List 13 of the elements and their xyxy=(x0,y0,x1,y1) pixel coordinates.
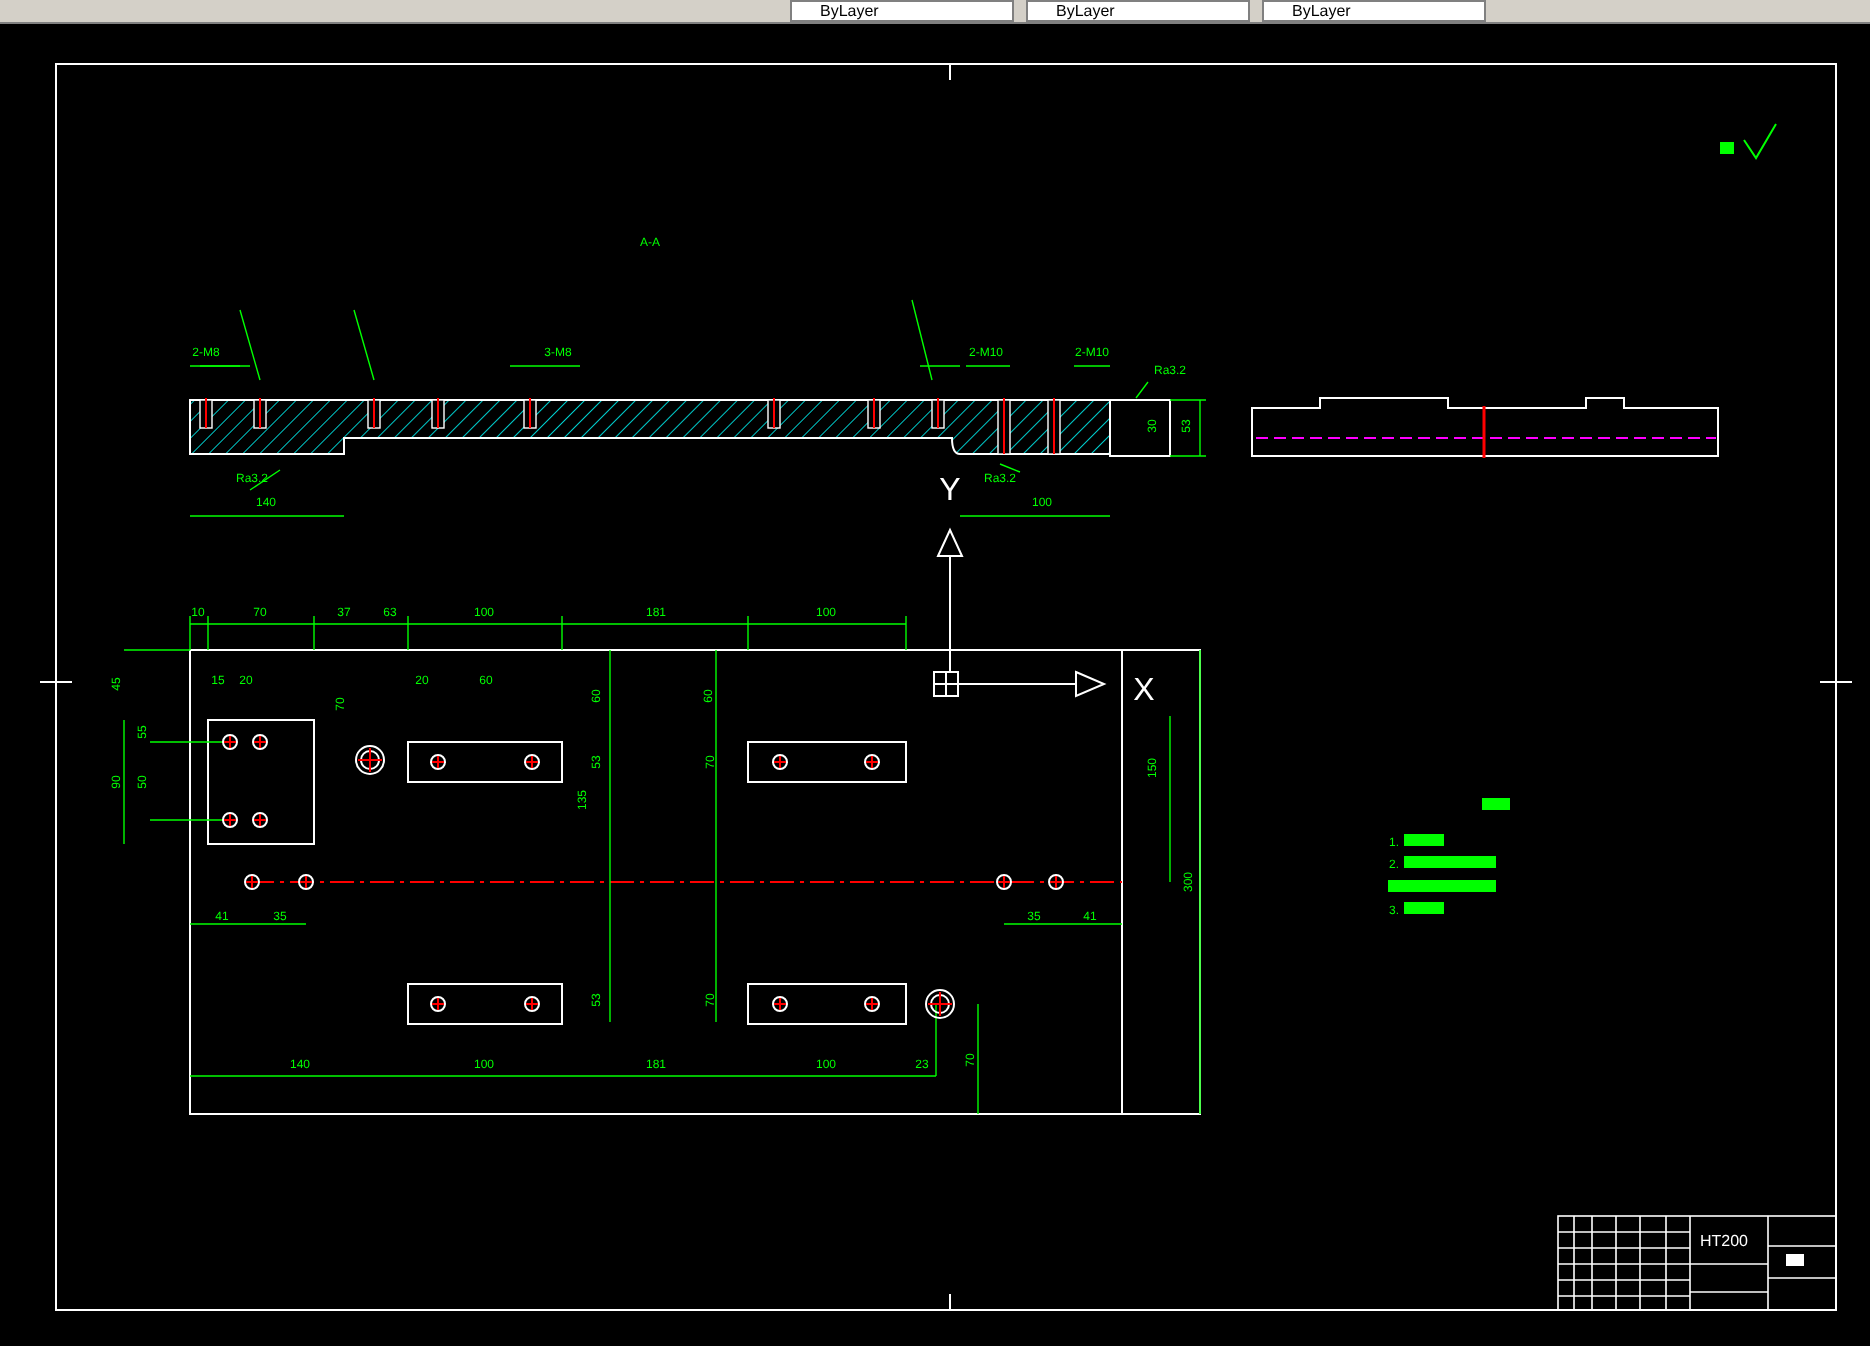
x-axis-label: X xyxy=(1133,674,1155,708)
material-label: HT200 xyxy=(1700,1232,1748,1250)
layer-dropdown[interactable]: ByLayer xyxy=(790,0,1014,22)
layer-dropdown[interactable]: ByLayer xyxy=(1026,0,1250,22)
note-text-mark xyxy=(1404,902,1444,914)
note-text-mark xyxy=(1404,834,1444,846)
note-text-mark xyxy=(1388,880,1496,892)
layer-dropdown[interactable]: ByLayer xyxy=(1262,0,1486,22)
roughness-symbol-icon xyxy=(1720,123,1777,160)
notes-heading-mark xyxy=(1482,798,1510,810)
note-text-mark xyxy=(1404,856,1496,868)
scale-mark xyxy=(1786,1254,1804,1266)
y-axis-label: Y xyxy=(939,474,961,508)
